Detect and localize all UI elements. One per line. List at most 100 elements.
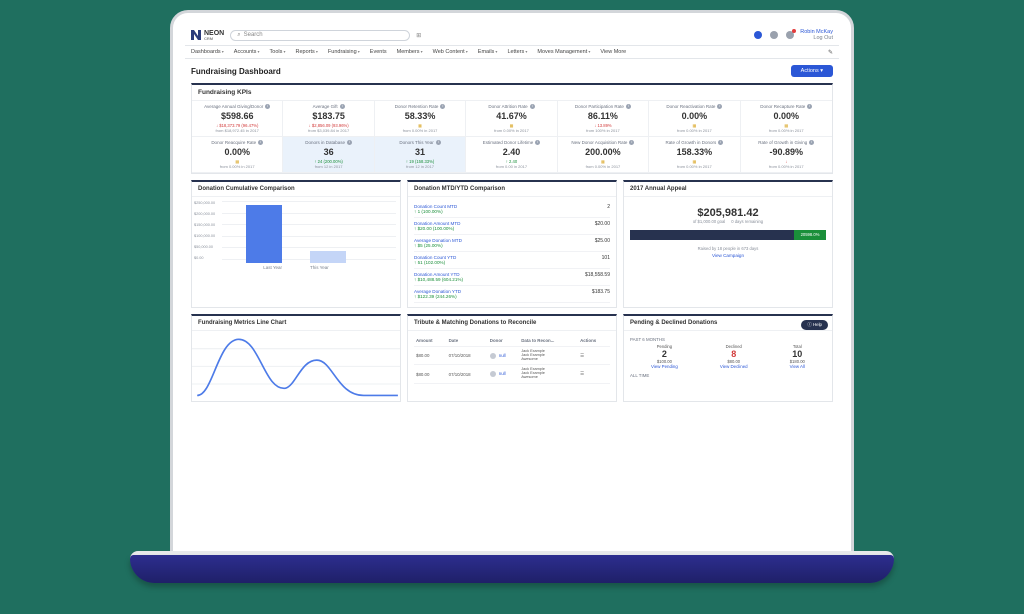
menu-webcontent[interactable]: Web Content: [433, 49, 468, 55]
info-icon[interactable]: i: [626, 104, 631, 109]
search-input[interactable]: ⌕ Search: [230, 30, 410, 41]
appeal-goal: of $1,000.00 goal: [693, 219, 725, 224]
alltime-label: ALL TIME: [630, 373, 826, 378]
bar-label: This Year: [310, 265, 329, 270]
amount-link[interactable]: $80.00: [414, 347, 447, 365]
appeal-days: 0 days remaining: [731, 219, 763, 224]
help-button[interactable]: ⓘ Help: [801, 320, 828, 330]
info-icon[interactable]: i: [629, 140, 634, 145]
avatar-icon: [490, 371, 496, 377]
pending-cell: Declined8$80.00View Declined: [720, 344, 748, 369]
menu-bar: Dashboards Accounts Tools Reports Fundra…: [185, 46, 839, 59]
pending-link[interactable]: View Pending: [651, 364, 678, 369]
kpi-cell[interactable]: Estimated Donor Lifetimei2.40↑ 2.40from …: [466, 137, 557, 173]
menu-members[interactable]: Members: [397, 49, 423, 55]
mtd-row: Average Donation YTD↑ $122.39 (244.26%)$…: [414, 286, 610, 303]
kpi-cell[interactable]: New Donor Acquisition Ratei200.00%▦from …: [558, 137, 649, 173]
kpi-cell[interactable]: Donor Reactivation Ratei0.00%▦from 0.00%…: [649, 101, 740, 137]
mtd-card: Donation MTD/YTD Comparison Donation Cou…: [407, 180, 617, 308]
page-title: Fundraising Dashboard: [191, 67, 281, 76]
info-icon[interactable]: i: [530, 104, 535, 109]
table-row: $80.0007/10/2018nullJack ExampleJack Exa…: [414, 347, 610, 365]
pending-cell: Pending2$100.00View Pending: [651, 344, 678, 369]
bar-this-year: [310, 251, 346, 263]
info-icon[interactable]: i: [436, 140, 441, 145]
pending-card: Pending & Declined Donations ⓘ Help PAST…: [623, 314, 833, 402]
mtd-title: Donation MTD/YTD Comparison: [408, 182, 616, 197]
menu-viewmore[interactable]: View More: [600, 49, 626, 55]
kpi-cell[interactable]: Donor Participation Ratei86.11%↓ 13.89%f…: [558, 101, 649, 137]
row-actions[interactable]: ☰: [578, 347, 610, 365]
appeal-amount: $205,981.42: [630, 207, 826, 219]
table-header: Actions: [578, 335, 610, 347]
logo-sub: CRM: [204, 37, 224, 41]
top-bar: NEON CRM ⌕ Search ⊞ Robin McKay Log Out: [185, 25, 839, 46]
menu-accounts[interactable]: Accounts: [234, 49, 260, 55]
gear-icon[interactable]: [754, 31, 762, 39]
menu-moves[interactable]: Moves Management: [537, 49, 590, 55]
info-icon[interactable]: i: [535, 140, 540, 145]
menu-fundraising[interactable]: Fundraising: [328, 49, 360, 55]
bell-icon[interactable]: [786, 31, 794, 39]
kpi-cell[interactable]: Donors This Yeari31↑ 19 (158.33%)from 12…: [375, 137, 466, 173]
menu-dashboards[interactable]: Dashboards: [191, 49, 224, 55]
info-icon[interactable]: i: [809, 140, 814, 145]
view-campaign-link[interactable]: View Campaign: [630, 253, 826, 258]
bar-last-year: [246, 205, 282, 263]
logout-link[interactable]: Log Out: [800, 35, 833, 41]
pending-link[interactable]: View Declined: [720, 364, 748, 369]
info-icon[interactable]: i: [718, 140, 723, 145]
avatar-icon: [490, 353, 496, 359]
kpi-cell[interactable]: Donors in Databasei36↑ 24 (200.00%)from …: [283, 137, 374, 173]
menu-events[interactable]: Events: [370, 49, 387, 55]
kpi-cell[interactable]: Average Gifti$183.75↓ $2,856.09 (93.96%)…: [283, 101, 374, 137]
mtd-row: Donation Amount YTD↑ $10,488.59 (604.21%…: [414, 269, 610, 286]
kpi-cell[interactable]: Rate of Growth in Givingi-90.89%↓from 0.…: [741, 137, 832, 173]
edit-icon[interactable]: ✎: [828, 49, 833, 56]
help-icon[interactable]: [770, 31, 778, 39]
search-icon: ⌕: [237, 32, 240, 39]
table-row: $80.0007/10/2018nullJack ExampleJack Exa…: [414, 365, 610, 383]
kpi-cell[interactable]: Donor Recapture Ratei0.00%▦from 0.00% in…: [741, 101, 832, 137]
kpi-cell[interactable]: Donor Attrition Ratei41.67%▦from 0.00% i…: [466, 101, 557, 137]
tribute-title: Tribute & Matching Donations to Reconcil…: [408, 316, 616, 331]
menu-reports[interactable]: Reports: [296, 49, 318, 55]
chart-title: Donation Cumulative Comparison: [192, 182, 400, 197]
kpi-cell[interactable]: Average Annual Giving/Donori$598.66↓ $18…: [192, 101, 283, 137]
line-chart-card: Fundraising Metrics Line Chart: [191, 314, 401, 402]
mtd-row: Donation Amount MTD↑ $20.00 (100.00%)$20…: [414, 218, 610, 235]
table-header: Amount: [414, 335, 447, 347]
line-chart: [192, 331, 400, 404]
info-icon[interactable]: i: [347, 140, 352, 145]
info-icon[interactable]: i: [440, 104, 445, 109]
tribute-table: AmountDateDonorData to Recon...Actions $…: [414, 335, 610, 384]
kpi-panel: Fundraising KPIs Average Annual Giving/D…: [191, 83, 833, 174]
progress-bar: 20598.0%: [630, 230, 826, 240]
pending-cell: Total10$180.00View All: [790, 344, 805, 369]
kpi-cell[interactable]: Donor Retention Ratei58.33%▦from 0.00% i…: [375, 101, 466, 137]
kpi-cell[interactable]: Donor Reacquire Ratei0.00%▦from 0.00% in…: [192, 137, 283, 173]
info-icon[interactable]: i: [258, 140, 263, 145]
kpi-cell[interactable]: Rate of Growth in Donorsi158.33%▦from 0.…: [649, 137, 740, 173]
menu-emails[interactable]: Emails: [478, 49, 498, 55]
logo: NEON CRM: [191, 30, 224, 41]
menu-letters[interactable]: Letters: [507, 49, 527, 55]
grid-icon[interactable]: ⊞: [416, 32, 421, 39]
tribute-card: Tribute & Matching Donations to Reconcil…: [407, 314, 617, 402]
pending-link[interactable]: View All: [790, 364, 805, 369]
actions-button[interactable]: Actions ▾: [791, 65, 833, 77]
info-icon[interactable]: i: [265, 104, 270, 109]
info-icon[interactable]: i: [340, 104, 345, 109]
mtd-row: Donation Count YTD↑ 51 (102.00%)101: [414, 252, 610, 269]
menu-tools[interactable]: Tools: [270, 49, 286, 55]
mtd-row: Donation Count MTD↑ 1 (100.00%)2: [414, 201, 610, 218]
row-actions[interactable]: ☰: [578, 365, 610, 383]
info-icon[interactable]: i: [717, 104, 722, 109]
user-menu[interactable]: Robin McKay Log Out: [800, 29, 833, 41]
appeal-title: 2017 Annual Appeal: [624, 182, 832, 197]
past-label: PAST 6 MONTHS: [630, 337, 826, 342]
amount-link[interactable]: $80.00: [414, 365, 447, 383]
mtd-row: Average Donation MTD↑ $5 (25.00%)$25.00: [414, 235, 610, 252]
table-header: Donor: [488, 335, 519, 347]
info-icon[interactable]: i: [807, 104, 812, 109]
